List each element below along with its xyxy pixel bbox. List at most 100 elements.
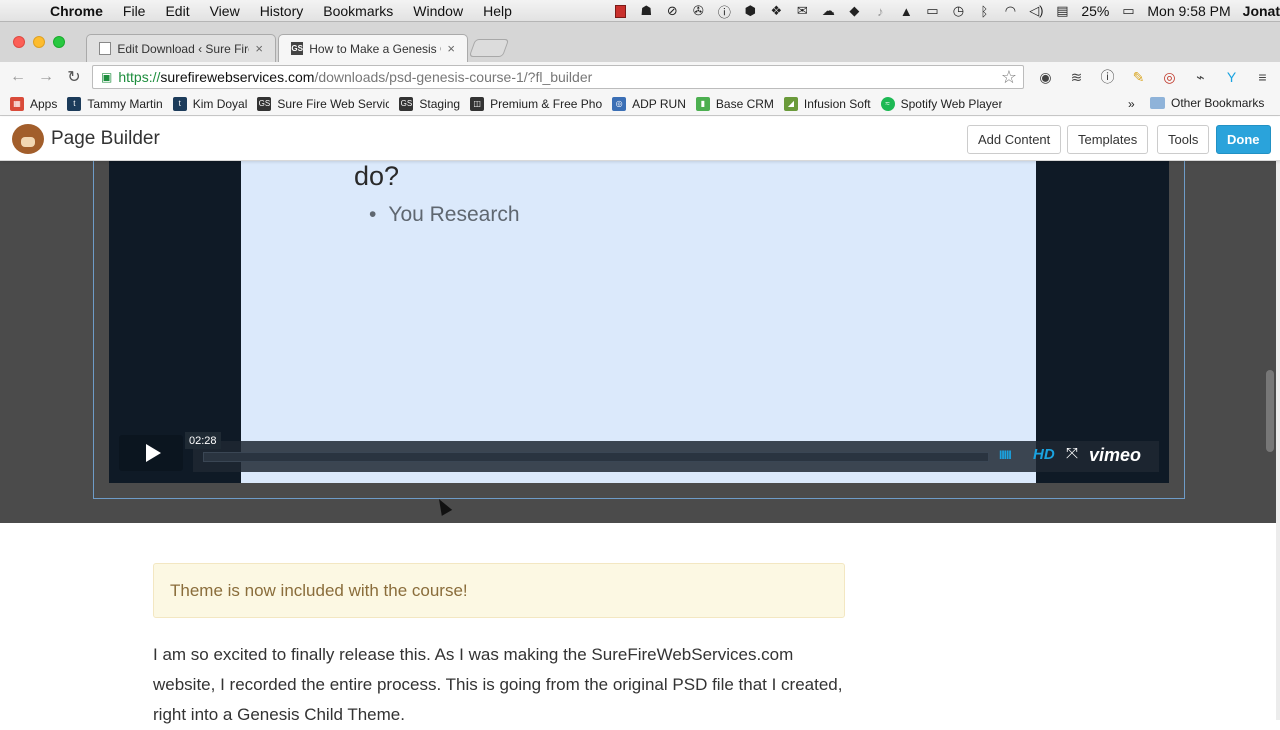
menu-window[interactable]: Window <box>403 3 473 19</box>
bookmark-staging[interactable]: GS Staging <box>399 96 460 111</box>
menu-app-name[interactable]: Chrome <box>40 3 113 19</box>
info-icon[interactable]: ⓘ <box>711 0 737 22</box>
evernote-icon[interactable]: ◆ <box>841 0 867 22</box>
minimize-window-icon[interactable] <box>33 36 45 48</box>
page-scrollbar[interactable] <box>1276 161 1280 720</box>
time-machine-icon[interactable]: ◷ <box>945 0 971 22</box>
wifi-icon[interactable]: ◠ <box>997 0 1023 22</box>
bookmarks-overflow-chevron-icon[interactable]: » <box>1128 97 1135 111</box>
address-bar[interactable]: ▣ https:// surefirewebservices.com /down… <box>92 65 1024 89</box>
hd-toggle[interactable]: HD <box>1033 446 1055 463</box>
slide-bullet-text: You Research <box>388 203 520 226</box>
page-builder-bar: Page Builder Add Content Templates Tools… <box>0 117 1280 161</box>
eyedropper-extension-icon[interactable]: ⌁ <box>1185 62 1216 92</box>
bookmark-apps[interactable]: ▦ Apps <box>10 96 58 111</box>
fullscreen-icon[interactable]: ⤧ <box>1066 445 1078 462</box>
circle-slash-icon[interactable]: ⊘ <box>659 0 685 22</box>
bluetooth-icon[interactable]: ᛒ <box>971 0 997 22</box>
close-window-icon[interactable] <box>13 36 25 48</box>
time-tooltip: 02:28 <box>185 432 221 449</box>
tab-label: Edit Download ‹ Sure Fire W <box>117 41 249 56</box>
bookmark-sure-fire[interactable]: GS Sure Fire Web Servic <box>257 96 390 111</box>
lastpass-extension-icon[interactable]: ◎ <box>1154 62 1185 92</box>
menu-history[interactable]: History <box>250 3 314 19</box>
bookmark-kim-doyal[interactable]: t Kim Doyal <box>172 96 248 111</box>
vimeo-player[interactable]: do? • You Research 02:28 IIIII HD ⤧ vimeo <box>109 161 1169 483</box>
menu-view[interactable]: View <box>200 3 250 19</box>
page-content: Theme is now included with the course! I… <box>0 523 1276 724</box>
vimeo-logo[interactable]: vimeo <box>1089 445 1141 466</box>
url-scheme: https:// <box>118 69 161 85</box>
bookmark-label: Base CRM <box>715 96 774 111</box>
back-icon[interactable]: ← <box>4 68 32 86</box>
progress-bar[interactable] <box>203 452 989 462</box>
battery-icon[interactable]: ▭ <box>1115 0 1141 22</box>
templates-button[interactable]: Templates <box>1067 125 1149 154</box>
menu-edit[interactable]: Edit <box>155 3 199 19</box>
extension-icons: ◉ ≋ ⓘ ✎ ◎ ⌁ Y ≡ <box>1030 62 1278 92</box>
airplay-icon[interactable]: ▭ <box>919 0 945 22</box>
tools-button[interactable]: Tools <box>1157 125 1210 154</box>
tab-label: How to Make a Genesis Ch <box>309 41 442 56</box>
photo-favicon-icon: ◫ <box>470 96 485 111</box>
bookmark-label: ADP RUN <box>632 96 686 111</box>
color-picker-extension-icon[interactable]: ◉ <box>1030 62 1061 92</box>
bowler-hat-icon[interactable]: ☗ <box>633 0 659 22</box>
reload-icon[interactable]: ↻ <box>60 67 88 87</box>
buffer-extension-icon[interactable]: ≋ <box>1061 62 1092 92</box>
play-button[interactable] <box>119 435 183 471</box>
spotify-favicon-icon: ≈ <box>880 96 895 111</box>
new-tab-button[interactable] <box>468 39 510 57</box>
mail-icon[interactable]: ✉ <box>789 0 815 22</box>
builder-row: do? • You Research 02:28 IIIII HD ⤧ vimeo <box>0 161 1276 523</box>
gs-favicon-icon: GS <box>399 96 414 111</box>
volume-icon[interactable]: IIIII <box>999 448 1012 462</box>
menu-file[interactable]: File <box>113 3 156 19</box>
battery-percent[interactable]: 25% <box>1075 3 1115 19</box>
box-icon[interactable]: ⬢ <box>737 0 763 22</box>
bookmark-infusion-soft[interactable]: ◢ Infusion Soft <box>783 96 871 111</box>
bookmark-label: Spotify Web Player <box>900 96 1003 111</box>
google-drive-icon[interactable]: ▲ <box>893 0 919 22</box>
fan-icon[interactable]: ✇ <box>685 0 711 22</box>
tab-genesis-course[interactable]: GS How to Make a Genesis Ch × <box>278 34 468 62</box>
forward-icon[interactable]: → <box>32 68 60 86</box>
close-tab-icon[interactable]: × <box>447 41 455 56</box>
chrome-menu-icon[interactable]: ≡ <box>1247 62 1278 92</box>
onepassword-extension-icon[interactable]: ⓘ <box>1092 62 1123 92</box>
bookmark-base-crm[interactable]: ▮ Base CRM <box>695 96 774 111</box>
zoom-window-icon[interactable] <box>53 36 65 48</box>
dropbox-icon[interactable]: ❖ <box>763 0 789 22</box>
bookmark-label: Kim Doyal <box>192 96 248 111</box>
notice-box: Theme is now included with the course! <box>153 563 845 618</box>
other-bookmarks-folder[interactable]: Other Bookmarks <box>1150 96 1264 110</box>
bookmark-spotify[interactable]: ≈ Spotify Web Player <box>880 96 1003 111</box>
bookmark-premium-photos[interactable]: ◫ Premium & Free Pho <box>470 96 602 111</box>
bookmark-tammy-martin[interactable]: t Tammy Martin <box>67 96 163 111</box>
tab-edit-download[interactable]: Edit Download ‹ Sure Fire W × <box>86 34 276 62</box>
bookmark-adp-run[interactable]: ◎ ADP RUN <box>612 96 686 111</box>
menu-bookmarks[interactable]: Bookmarks <box>313 3 403 19</box>
vue-extension-icon[interactable]: Y <box>1216 62 1247 92</box>
menu-help[interactable]: Help <box>473 3 522 19</box>
apps-grid-icon: ▦ <box>10 96 24 111</box>
add-content-button[interactable]: Add Content <box>967 125 1062 154</box>
note-extension-icon[interactable]: ✎ <box>1123 62 1154 92</box>
scrollbar-thumb[interactable] <box>1266 370 1274 452</box>
player-controls: 02:28 IIIII HD ⤧ vimeo <box>119 432 1159 472</box>
red-square-icon[interactable] <box>607 0 633 22</box>
done-button[interactable]: Done <box>1216 125 1271 154</box>
cloud-icon[interactable]: ☁ <box>815 0 841 22</box>
bell-icon[interactable]: ♪ <box>867 0 893 22</box>
slide-heading-text: do? <box>354 161 400 191</box>
bookmark-star-icon[interactable]: ☆ <box>1001 67 1017 88</box>
tammy-favicon-icon: t <box>67 96 82 111</box>
menu-clock[interactable]: Mon 9:58 PM <box>1141 3 1236 19</box>
volume-icon[interactable]: ◁) <box>1023 0 1049 22</box>
bookmark-label: Tammy Martin <box>87 96 163 111</box>
menu-user[interactable]: Jonat <box>1237 3 1280 19</box>
bookmark-label: Sure Fire Web Servic <box>277 96 390 111</box>
close-tab-icon[interactable]: × <box>255 41 263 56</box>
input-icon[interactable]: ▤ <box>1049 0 1075 22</box>
bookmark-label: Apps <box>30 96 58 111</box>
